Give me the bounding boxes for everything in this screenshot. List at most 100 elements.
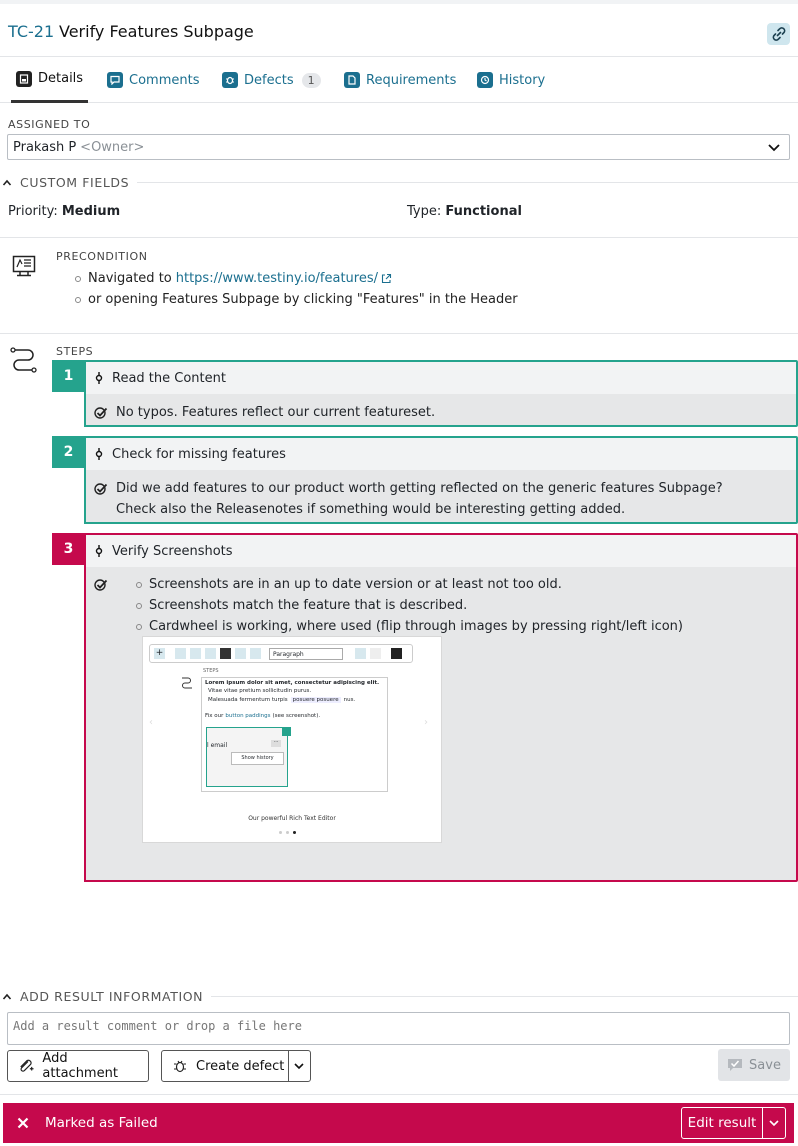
expected-bullet: Screenshots are in an up to date version… (136, 574, 683, 595)
case-title: Verify Features Subpage (59, 22, 254, 41)
commit-icon (95, 448, 103, 460)
result-heading: ADD RESULT INFORMATION (20, 989, 204, 1004)
button-label: Save (749, 1057, 781, 1073)
tab-label: Defects (244, 72, 294, 88)
shot-text: (see screenshot). (272, 713, 321, 719)
case-id[interactable]: TC-21 (8, 22, 54, 41)
status-text: Marked as Failed (45, 1115, 158, 1131)
assignee-select[interactable]: Prakash P <Owner> (7, 134, 790, 160)
chevron-down-icon (768, 144, 780, 152)
create-defect-button[interactable]: Create defect (161, 1050, 311, 1082)
result-section-toggle[interactable]: ADD RESULT INFORMATION (2, 989, 798, 1004)
expected-text: Screenshots match the feature that is de… (149, 598, 468, 613)
divider (137, 182, 798, 183)
shot-chip: posuere posuere (290, 697, 341, 703)
features-link[interactable]: https://www.testiny.io/features/ (176, 271, 378, 286)
priority-value: Medium (61, 204, 121, 219)
step-2[interactable]: Check for missing features Did we add fe… (84, 436, 798, 524)
precondition-icon (12, 255, 36, 277)
step-action-text: Check for missing features (112, 446, 286, 462)
result-comment-input[interactable]: Add a result comment or drop a file here (7, 1012, 790, 1045)
carousel-dot[interactable] (286, 831, 289, 834)
expected-text: Did we add features to our product worth… (116, 481, 723, 496)
underline-icon (205, 648, 216, 659)
priority-label: Priority: (8, 204, 58, 219)
tab-label: History (499, 72, 546, 88)
tab-label: Requirements (366, 72, 457, 88)
carousel-dot[interactable] (279, 831, 282, 834)
history-icon (477, 72, 493, 88)
save-button[interactable]: Save (718, 1049, 790, 1081)
carousel-dots[interactable] (279, 831, 296, 834)
shot-text: Fix our (205, 713, 224, 719)
divider (0, 333, 798, 334)
precondition-item: Navigated to https://www.testiny.io/feat… (75, 271, 392, 286)
shot-step-box: Lorem ipsum dolor sit amet, consectetur … (201, 677, 388, 792)
italic-icon (190, 648, 201, 659)
close-icon (17, 1117, 29, 1129)
step-number: 3 (52, 533, 85, 565)
type-label: Type: (407, 204, 442, 219)
copy-link-button[interactable] (767, 23, 790, 45)
carousel-next-icon[interactable]: › (424, 717, 428, 728)
comment-check-icon (728, 1059, 743, 1071)
carousel-dot-active[interactable] (293, 831, 296, 834)
text-color-icon (391, 648, 402, 659)
step-action-text: Read the Content (112, 370, 226, 386)
precondition-text: Navigated to (88, 271, 172, 286)
subscript-icon (250, 648, 261, 659)
expected-bullet: Screenshots match the feature that is de… (136, 595, 683, 616)
paperclip-icon (20, 1059, 34, 1072)
tab-details[interactable]: Details (11, 57, 89, 103)
shot-bullet: Vitae vitae pretium sollicitudin purus. (208, 688, 312, 694)
chevron-down-icon[interactable] (768, 1116, 780, 1130)
steps-label: STEPS (56, 345, 94, 358)
tab-comments[interactable]: Comments (107, 57, 199, 103)
precondition-label: PRECONDITION (56, 250, 148, 263)
chevron-down-icon[interactable] (293, 1059, 305, 1073)
step-action: Check for missing features (86, 438, 796, 470)
bullet-icon (75, 296, 81, 303)
custom-fields-section-toggle[interactable]: CUSTOM FIELDS (2, 175, 798, 190)
details-icon (16, 70, 32, 87)
paragraph-select: Paragraph (269, 647, 343, 660)
shot-caption: Our powerful Rich Text Editor (248, 815, 336, 822)
shot-bullet: Malesuada fermentum turpis posuere posue… (208, 697, 355, 703)
commit-icon (95, 372, 103, 384)
step-expected: Screenshots are in an up to date version… (86, 567, 796, 645)
bullet-icon (136, 581, 142, 588)
chevron-up-icon (2, 993, 12, 1000)
carousel-prev-icon[interactable]: ‹ (149, 717, 153, 728)
expected-bullet: Cardwheel is working, where used (flip t… (136, 616, 683, 637)
shot-bold-line: Lorem ipsum dolor sit amet, consectetur … (205, 680, 380, 686)
tab-history[interactable]: History (477, 57, 545, 103)
type-field: Type: Functional (407, 204, 522, 219)
step-1[interactable]: Read the Content No typos. Features refl… (84, 360, 798, 427)
step-action: Read the Content (86, 362, 796, 394)
external-link-icon[interactable] (381, 273, 392, 284)
custom-fields-heading: CUSTOM FIELDS (20, 175, 130, 190)
divider (0, 237, 798, 238)
more-icon: ··· (271, 740, 281, 747)
shot-bullet-text: nus. (343, 697, 356, 703)
code-icon (220, 648, 231, 659)
add-attachment-button[interactable]: Add attachment (7, 1050, 149, 1082)
button-label: Add attachment (42, 1051, 118, 1081)
step-number: 2 (52, 436, 85, 468)
check-icon (94, 407, 108, 419)
step-action: Verify Screenshots (86, 535, 796, 567)
button-label: Edit result (687, 1115, 757, 1131)
table-icon (370, 648, 381, 659)
steps-icon (10, 347, 37, 373)
tab-requirements[interactable]: Requirements (344, 57, 456, 103)
expected-text: Check also the Releasenotes if something… (116, 502, 626, 517)
edit-result-button[interactable]: Edit result (681, 1107, 786, 1139)
step-expected: No typos. Features reflect our current f… (86, 394, 796, 431)
shot-show-history: Show history (231, 752, 284, 765)
embedded-screenshot[interactable]: + Paragraph STEPS Lorem ipsum dolor sit … (142, 636, 442, 843)
defects-count-badge: 1 (301, 72, 321, 88)
comment-icon (107, 72, 123, 88)
bug-icon (174, 1060, 186, 1073)
tab-label: Details (38, 71, 84, 86)
tab-defects[interactable]: Defects 1 (222, 57, 321, 103)
